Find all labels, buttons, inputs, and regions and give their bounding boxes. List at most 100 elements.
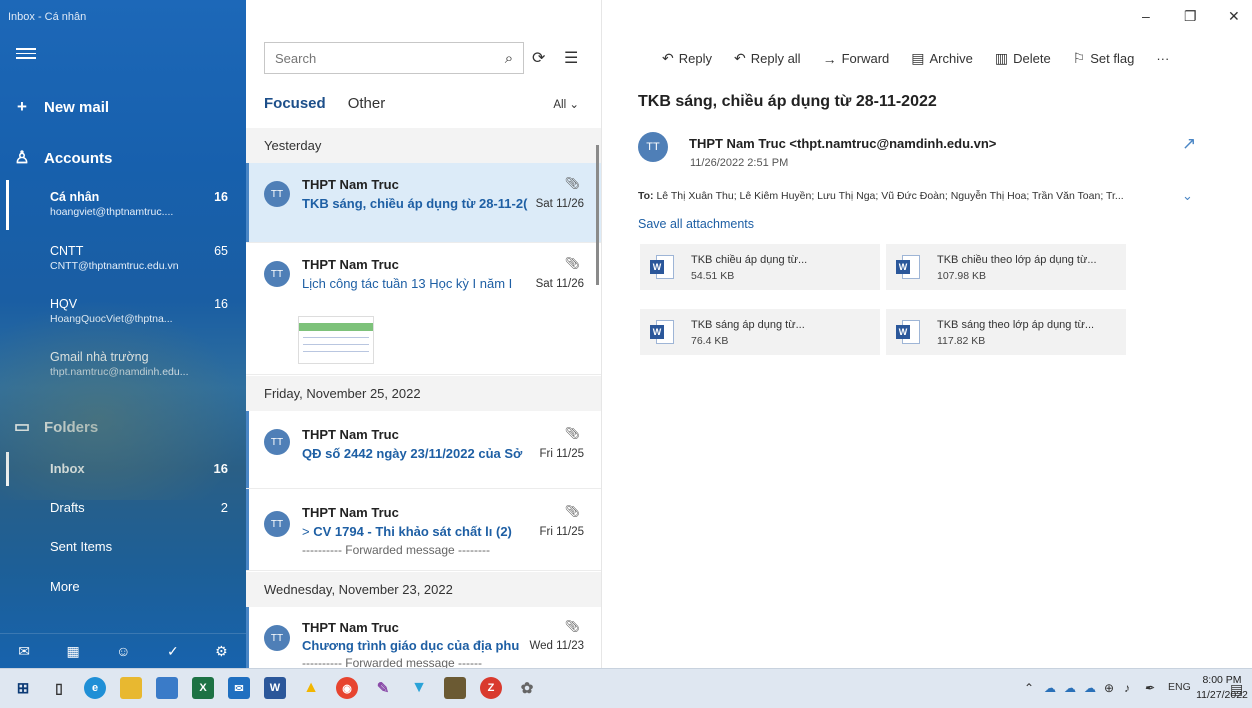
- search-icon[interactable]: ⌕: [495, 50, 523, 67]
- tab-other[interactable]: Other: [348, 95, 386, 116]
- avatar: TT: [264, 181, 290, 207]
- attachment-tile[interactable]: W TKB chiều áp dụng từ... 54.51 KB: [640, 244, 880, 290]
- new-mail-button[interactable]: + New mail: [0, 90, 246, 124]
- folder-item-inbox[interactable]: Inbox 16: [0, 453, 246, 483]
- attachment-size: 76.4 KB: [691, 335, 729, 347]
- avatar: TT: [264, 429, 290, 455]
- folder-icon: ▭: [13, 417, 31, 436]
- google-drive-icon[interactable]: ▲: [300, 677, 322, 699]
- pen-icon[interactable]: ✒: [1144, 681, 1154, 695]
- unread-count: 16: [214, 297, 228, 311]
- person-icon: ♙: [14, 148, 30, 167]
- reply-button[interactable]: ↶ Reply: [662, 50, 712, 67]
- show-hidden-icons-chevron-icon[interactable]: ⌃: [1024, 681, 1034, 695]
- unread-count: 16: [213, 460, 228, 476]
- search-input[interactable]: [265, 43, 495, 73]
- close-icon[interactable]: ✕: [1228, 8, 1240, 25]
- word-document-icon: W: [650, 320, 674, 344]
- delete-button[interactable]: ▥ Delete: [995, 50, 1051, 67]
- attachment-thumbnail[interactable]: [298, 316, 374, 364]
- todo-icon[interactable]: ✓: [167, 643, 179, 660]
- new-mail-label: New mail: [44, 98, 110, 116]
- selection-mode-icon[interactable]: ☰: [564, 48, 578, 68]
- minimize-icon[interactable]: –: [1142, 8, 1150, 24]
- tray-cloud-icon[interactable]: ☁: [1064, 681, 1076, 695]
- app-icon[interactable]: ✿: [516, 677, 538, 699]
- vpn-shield-icon[interactable]: ▼: [408, 677, 430, 699]
- notifications-icon[interactable]: ▤: [1230, 681, 1243, 698]
- maximize-icon[interactable]: ❐: [1184, 8, 1197, 25]
- attachment-tile[interactable]: W TKB sáng theo lớp áp dụng từ... 117.82…: [886, 309, 1126, 355]
- network-globe-icon[interactable]: ⊕: [1104, 681, 1114, 695]
- attachment-tile[interactable]: W TKB sáng áp dụng từ... 76.4 KB: [640, 309, 880, 355]
- onedrive-icon[interactable]: ☁: [1084, 681, 1096, 695]
- scrollbar[interactable]: [596, 145, 599, 285]
- message-item[interactable]: TT THPT Nam Truc 📎︎ Lịch công tác tuần 1…: [246, 243, 601, 375]
- save-all-attachments-link[interactable]: Save all attachments: [638, 217, 754, 231]
- message-list-pane: ⌕ ⟳ ☰ Focused Other All ⌄ Yesterday TT T…: [246, 0, 602, 668]
- chrome-icon[interactable]: ◉: [336, 677, 358, 699]
- windows-start-icon[interactable]: ⊞: [12, 677, 34, 699]
- message-subject: Lịch công tác tuần 13 Học kỳ I năm I: [302, 276, 513, 291]
- reply-all-button[interactable]: ↶ Reply all: [734, 50, 801, 67]
- attachment-name: TKB chiều theo lớp áp dụng từ...: [937, 254, 1097, 266]
- open-in-new-window-icon[interactable]: ↗: [1182, 134, 1196, 154]
- archive-button[interactable]: ▤ Archive: [911, 50, 973, 67]
- message-date: Sat 11/26: [535, 198, 584, 210]
- message-item[interactable]: TT THPT Nam Truc 📎︎ > CV 1794 - Thi khảo…: [246, 489, 601, 571]
- folder-item-drafts[interactable]: Drafts 2: [0, 492, 246, 522]
- account-item-cntt[interactable]: CNTT 65 CNTT@thptnamtruc.edu.vn: [0, 244, 246, 272]
- word-icon[interactable]: W: [264, 677, 286, 699]
- expand-recipients-chevron-icon[interactable]: ⌄: [1182, 188, 1193, 204]
- message-date: Fri 11/25: [539, 526, 584, 538]
- sync-icon[interactable]: ⟳: [532, 48, 545, 68]
- message-item[interactable]: TT THPT Nam Truc 📎︎ Chương trình giáo dụ…: [246, 607, 601, 668]
- message-sender: THPT Nam Truc: [302, 620, 399, 635]
- tray-cloud-icon[interactable]: ☁: [1044, 681, 1056, 695]
- edge-browser-icon[interactable]: e: [84, 677, 106, 699]
- calendar-icon[interactable]: ▦: [66, 643, 79, 660]
- app-icon[interactable]: [444, 677, 466, 699]
- message-sender: THPT Nam Truc: [302, 505, 399, 520]
- store-icon[interactable]: [156, 677, 178, 699]
- accounts-heading[interactable]: ♙ Accounts: [0, 143, 246, 173]
- input-language[interactable]: ENG: [1168, 681, 1191, 693]
- filter-dropdown[interactable]: All ⌄: [553, 97, 579, 111]
- excel-icon[interactable]: X: [192, 677, 214, 699]
- sent-timestamp: 11/26/2022 2:51 PM: [690, 157, 789, 169]
- message-preview: ---------- Forwarded message --------: [302, 543, 490, 557]
- attachment-size: 54.51 KB: [691, 270, 735, 282]
- folder-item-more[interactable]: More: [0, 571, 246, 601]
- volume-icon[interactable]: ♪: [1124, 681, 1130, 695]
- set-flag-button[interactable]: ⚐ Set flag: [1073, 50, 1135, 67]
- account-item-gmail[interactable]: Gmail nhà trường thpt.namtruc@namdinh.ed…: [0, 350, 246, 378]
- attachment-name: TKB sáng áp dụng từ...: [691, 319, 805, 331]
- paint-app-icon[interactable]: ✎: [372, 677, 394, 699]
- paperclip-icon: 📎︎: [564, 256, 580, 270]
- sender-name[interactable]: THPT Nam Truc <thpt.namtruc@namdinh.edu.…: [689, 136, 996, 151]
- attachment-size: 117.82 KB: [937, 335, 986, 347]
- mail-icon[interactable]: ✉: [18, 643, 30, 660]
- account-item-hqv[interactable]: HQV 16 HoangQuocViet@thptna...: [0, 297, 246, 325]
- people-icon[interactable]: ☺: [116, 643, 130, 659]
- message-item[interactable]: TT THPT Nam Truc 📎︎ TKB sáng, chiều áp d…: [246, 163, 601, 243]
- task-view-icon[interactable]: ▯: [48, 677, 70, 699]
- search-box: ⌕: [264, 42, 524, 74]
- mail-app-icon[interactable]: ✉: [228, 677, 250, 699]
- message-item[interactable]: TT THPT Nam Truc 📎︎ QĐ số 2442 ngày 23/1…: [246, 411, 601, 489]
- folder-item-sent[interactable]: Sent Items: [0, 531, 246, 561]
- unread-count: 16: [214, 190, 228, 204]
- hamburger-menu-button[interactable]: [16, 45, 36, 63]
- tab-focused[interactable]: Focused: [264, 95, 326, 116]
- more-actions-button[interactable]: ···: [1156, 50, 1169, 67]
- account-item-ca-nhan[interactable]: Cá nhân 16 hoangviet@thptnamtruc....: [0, 190, 246, 218]
- trash-icon: ▥: [994, 50, 1009, 66]
- settings-gear-icon[interactable]: ⚙: [215, 643, 228, 660]
- zalo-icon[interactable]: Z: [480, 677, 502, 699]
- paperclip-icon: 📎︎: [564, 504, 580, 518]
- file-explorer-icon[interactable]: [120, 677, 142, 699]
- folders-heading[interactable]: ▭ Folders: [0, 412, 246, 442]
- forward-button[interactable]: → Forward: [823, 50, 890, 67]
- attachment-tile[interactable]: W TKB chiều theo lớp áp dụng từ... 107.9…: [886, 244, 1126, 290]
- attachment-size: 107.98 KB: [937, 270, 987, 282]
